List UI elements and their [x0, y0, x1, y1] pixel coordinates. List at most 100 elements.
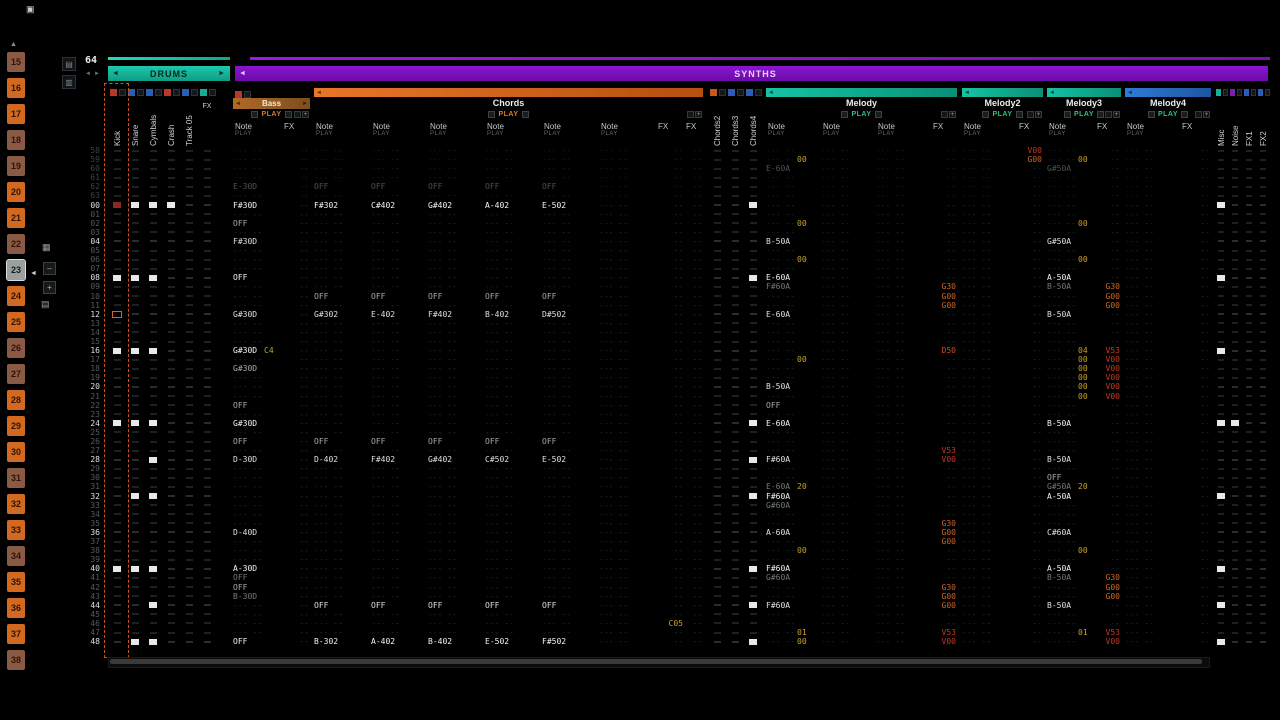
- pattern-row[interactable]: [744, 246, 762, 255]
- mute-toggle[interactable]: [710, 88, 717, 96]
- pattern-row[interactable]: [108, 255, 126, 264]
- mute-toggle[interactable]: [1244, 88, 1249, 96]
- pattern-row[interactable]: --- -- --: [233, 337, 310, 346]
- note-cell[interactable]: --- --: [821, 628, 876, 637]
- pattern-row[interactable]: E-60A --- -- --- -- --: [766, 310, 957, 319]
- fx-cell[interactable]: --: [656, 492, 684, 501]
- fx-cell[interactable]: --: [684, 228, 703, 237]
- pattern-row[interactable]: --- -- --- -- --- -- --- -- --- -- --- -- -- --: [314, 583, 703, 592]
- pattern-row[interactable]: [162, 273, 180, 282]
- pattern-length-arrows[interactable]: ◄►: [85, 71, 103, 77]
- pattern-row[interactable]: --- -- --- -- --- -- --: [766, 264, 957, 273]
- fx-cell[interactable]: V00: [1095, 392, 1121, 401]
- note-cell[interactable]: --- --: [428, 392, 485, 401]
- pattern-row[interactable]: [108, 191, 126, 200]
- pattern-row[interactable]: --- -- --: [1125, 173, 1211, 182]
- note-cell[interactable]: --- --: [876, 528, 931, 537]
- pattern-row[interactable]: [708, 528, 726, 537]
- note-cell[interactable]: --- --: [1125, 355, 1180, 364]
- note-cell[interactable]: B-50A: [1047, 601, 1095, 610]
- pattern-row[interactable]: [180, 410, 198, 419]
- pattern-row[interactable]: --- -- --: [1125, 583, 1211, 592]
- note-cell[interactable]: --- -- 00: [1047, 255, 1095, 264]
- pattern-row[interactable]: [1242, 601, 1256, 610]
- note-cell[interactable]: --- --: [314, 573, 371, 582]
- note-cell[interactable]: --- --: [962, 546, 1017, 555]
- note-cell[interactable]: --- --: [428, 319, 485, 328]
- pattern-row[interactable]: [1242, 164, 1256, 173]
- pattern-row[interactable]: [726, 173, 744, 182]
- pattern-slot-19[interactable]: 19: [7, 156, 25, 176]
- fx-cell[interactable]: --: [1017, 255, 1043, 264]
- note-cell[interactable]: --- --: [599, 364, 656, 373]
- note-cell[interactable]: --- --: [599, 573, 656, 582]
- pattern-row[interactable]: --- -- --- -- --- -- --- -- --- -- --- -- -- --: [314, 155, 703, 164]
- note-cell[interactable]: --- --: [314, 155, 371, 164]
- note-cell[interactable]: OFF: [233, 219, 282, 228]
- fx-cell[interactable]: --: [282, 428, 310, 437]
- pattern-row[interactable]: [126, 392, 144, 401]
- note-cell[interactable]: --- --: [371, 355, 428, 364]
- pattern-row[interactable]: [108, 373, 126, 382]
- note-cell[interactable]: --- --: [314, 228, 371, 237]
- note-cell[interactable]: --- --: [821, 228, 876, 237]
- pattern-row[interactable]: [198, 628, 216, 637]
- pattern-row[interactable]: [1228, 637, 1242, 646]
- note-cell[interactable]: --- --: [821, 637, 876, 646]
- note-cell[interactable]: --- --: [876, 201, 931, 210]
- pattern-row[interactable]: [108, 601, 126, 610]
- pattern-row[interactable]: E-60A --- -- --- -- --: [766, 164, 957, 173]
- fx-cell[interactable]: --: [1095, 610, 1121, 619]
- note-cell[interactable]: --- --: [428, 546, 485, 555]
- pattern-row[interactable]: --- -- --- -- --- -- --: [766, 437, 957, 446]
- note-cell[interactable]: --- --: [233, 228, 282, 237]
- pattern-row[interactable]: [198, 501, 216, 510]
- note-cell[interactable]: E-502: [542, 455, 599, 464]
- note-cell[interactable]: --- --: [233, 473, 282, 482]
- pattern-row[interactable]: --- -- --: [962, 355, 1043, 364]
- note-cell[interactable]: --- --: [821, 282, 876, 291]
- pattern-row[interactable]: [708, 301, 726, 310]
- pattern-row[interactable]: --- -- --: [1125, 382, 1211, 391]
- pattern-row[interactable]: [180, 201, 198, 210]
- pattern-row[interactable]: --- -- --- -- --- -- --- -- --- -- --- -- -- --: [314, 191, 703, 200]
- pattern-row[interactable]: A-50A --: [1047, 564, 1121, 573]
- pattern-row[interactable]: [180, 537, 198, 546]
- pattern-row[interactable]: [180, 191, 198, 200]
- pattern-row[interactable]: [1214, 455, 1228, 464]
- note-cell[interactable]: --- --: [599, 328, 656, 337]
- fx-cell[interactable]: --: [684, 146, 703, 155]
- expand-button[interactable]: +: [302, 111, 309, 118]
- note-cell[interactable]: OFF: [428, 292, 485, 301]
- note-cell[interactable]: E-60A 20: [766, 482, 821, 491]
- fx-cell[interactable]: --: [931, 328, 957, 337]
- pattern-row[interactable]: [1214, 264, 1228, 273]
- fx-cell[interactable]: --: [1017, 337, 1043, 346]
- pattern-row[interactable]: [708, 519, 726, 528]
- note-cell[interactable]: --- --: [1047, 637, 1095, 646]
- pattern-row[interactable]: [108, 546, 126, 555]
- note-cell[interactable]: --- --: [599, 237, 656, 246]
- pattern-row[interactable]: [1256, 528, 1270, 537]
- pattern-row[interactable]: --- -- --: [1047, 328, 1121, 337]
- pattern-row[interactable]: [1228, 482, 1242, 491]
- note-cell[interactable]: --- --: [599, 492, 656, 501]
- collapse-button[interactable]: [1195, 111, 1202, 118]
- pattern-row[interactable]: --- -- 00 --- -- --- -- --: [766, 155, 957, 164]
- note-cell[interactable]: --- --: [485, 382, 542, 391]
- note-cell[interactable]: --- --: [962, 428, 1017, 437]
- pattern-row[interactable]: --- -- --: [1047, 401, 1121, 410]
- note-cell[interactable]: --- --: [233, 255, 282, 264]
- fx-cell[interactable]: --: [931, 473, 957, 482]
- pattern-row[interactable]: [1242, 210, 1256, 219]
- pattern-row[interactable]: [1242, 610, 1256, 619]
- note-cell[interactable]: --- --: [962, 455, 1017, 464]
- pattern-row[interactable]: [744, 264, 762, 273]
- note-cell[interactable]: --- --: [821, 492, 876, 501]
- note-cell[interactable]: --- --: [766, 346, 821, 355]
- pattern-row[interactable]: [1214, 537, 1228, 546]
- mute-toggle[interactable]: [1230, 88, 1235, 96]
- fx-cell[interactable]: --: [282, 146, 310, 155]
- column-play-button[interactable]: PLAY: [962, 131, 1017, 137]
- pattern-row[interactable]: [126, 573, 144, 582]
